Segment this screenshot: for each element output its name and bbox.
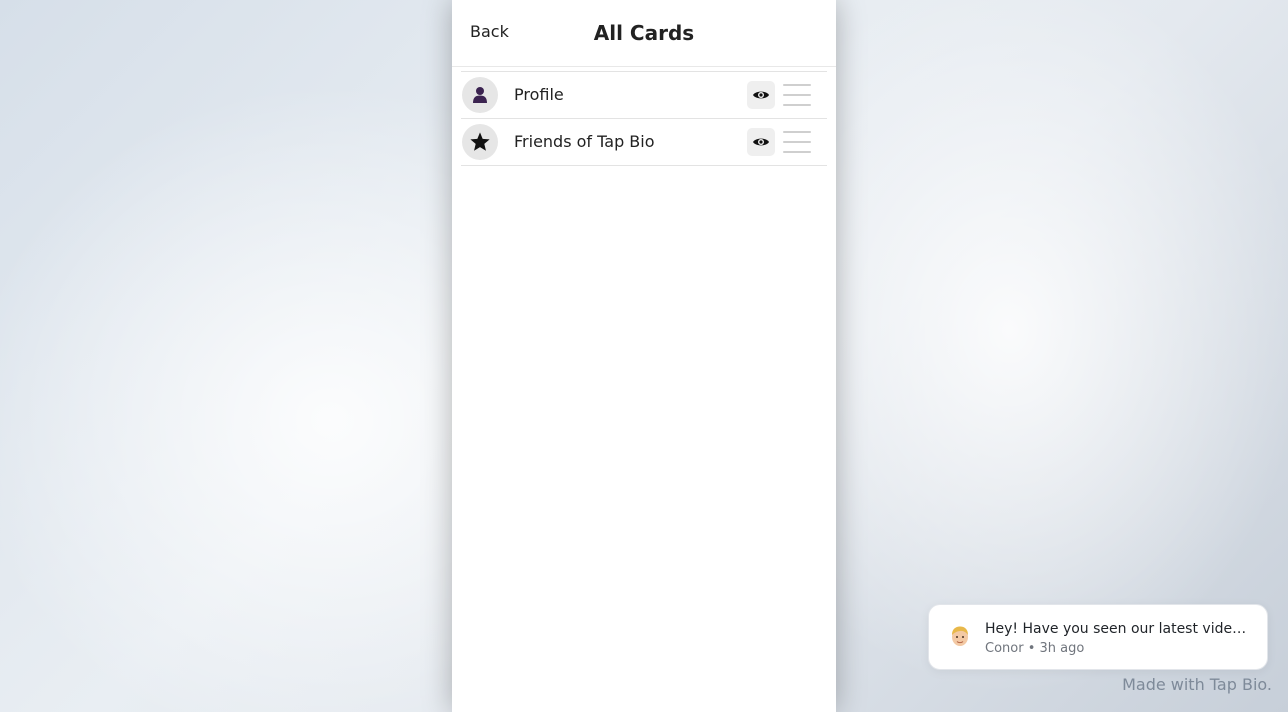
eye-icon <box>753 138 769 146</box>
drag-handle-icon[interactable] <box>783 130 811 154</box>
notification-meta: Conor • 3h ago <box>985 641 1084 657</box>
visibility-toggle-button[interactable] <box>747 81 775 109</box>
visibility-toggle-button[interactable] <box>747 128 775 156</box>
card-label: Profile <box>514 85 564 104</box>
card-row-profile[interactable]: Profile <box>461 72 827 119</box>
notification-message: Hey! Have you seen our latest video tuto… <box>985 621 1247 637</box>
cards-list: Profile Friends of Tap Bio <box>461 71 827 166</box>
card-label: Friends of Tap Bio <box>514 132 655 151</box>
back-button[interactable]: Back <box>470 22 509 42</box>
notification-separator: • <box>1027 641 1036 656</box>
made-with-link[interactable]: Made with Tap Bio. <box>1122 675 1272 695</box>
avatar-icon <box>952 626 968 646</box>
page-title: All Cards <box>593 21 695 45</box>
star-icon <box>462 124 498 160</box>
drag-handle-icon[interactable] <box>783 83 811 107</box>
eye-icon <box>753 91 769 99</box>
notification-time: 3h ago <box>1039 641 1085 656</box>
app-panel: Back All Cards Profile Friends of Tap Bi… <box>452 0 836 712</box>
header: Back All Cards <box>452 0 836 67</box>
notification-sender: Conor <box>985 641 1024 656</box>
chat-notification[interactable]: Hey! Have you seen our latest video tuto… <box>928 604 1268 670</box>
card-row-friends-of-tap-bio[interactable]: Friends of Tap Bio <box>461 119 827 166</box>
person-icon <box>462 77 498 113</box>
